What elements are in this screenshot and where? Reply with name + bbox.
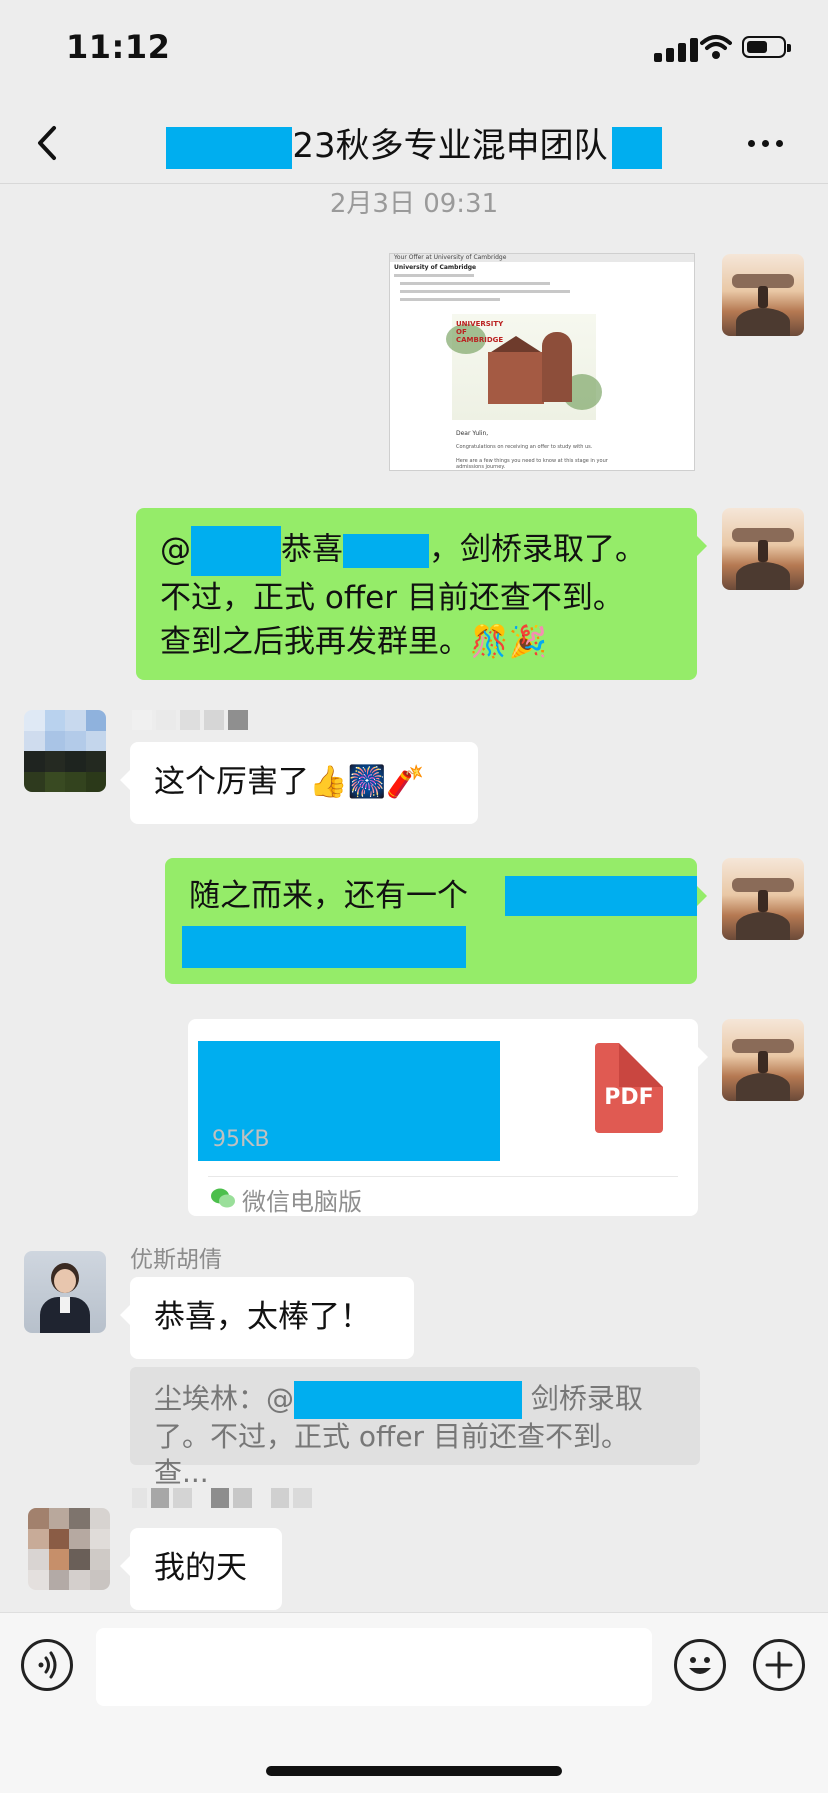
plus-icon — [765, 1651, 793, 1679]
pdf-label: PDF — [604, 1085, 654, 1110]
message-bubble[interactable]: 这个厉害了👍🎆🧨 — [120, 742, 478, 824]
email-line — [400, 290, 570, 293]
emoji: 🎊🎉 — [470, 624, 548, 660]
email-line — [400, 282, 550, 285]
contact-avatar[interactable] — [28, 1508, 110, 1590]
email-body-1: Congratulations on receiving an offer to… — [456, 444, 593, 450]
mention-symbol: @ — [160, 531, 191, 568]
voice-input-button[interactable] — [21, 1639, 73, 1691]
message-text: 恭喜，太棒了！ — [154, 1299, 371, 1335]
redaction — [182, 926, 466, 968]
pdf-icon: PDF — [595, 1043, 663, 1133]
status-time: 11:12 — [66, 28, 171, 66]
message-text: 恭喜 — [281, 531, 343, 568]
battery-icon — [742, 36, 791, 58]
wifi-icon — [700, 35, 732, 59]
message-text: 随之而来，还有一个 — [189, 878, 468, 914]
redaction — [191, 526, 281, 576]
home-indicator — [266, 1766, 562, 1776]
redaction — [343, 534, 429, 568]
redaction — [294, 1381, 523, 1419]
more-options-button[interactable] — [748, 128, 798, 158]
chat-title-text: 23秋多专业混申团队 — [292, 126, 608, 166]
email-subject: Your Offer at University of Cambridge — [394, 254, 507, 261]
message-text: 查到之后我再发群里。 — [160, 624, 470, 660]
quoted-message[interactable]: 尘埃林：@ 剑桥录取 了。不过，正式 offer 目前还查不到。查... — [130, 1367, 700, 1489]
quote-line: 尘埃林：@ 剑桥录取 — [154, 1381, 676, 1419]
quote-text: 剑桥录取 — [522, 1382, 643, 1415]
redaction — [166, 126, 293, 169]
voice-icon — [38, 1651, 57, 1679]
message-line: @ 恭喜 ，剑桥录取了。 — [160, 526, 673, 576]
email-sender: University of Cambridge — [394, 264, 477, 271]
sender-name-blurred — [132, 710, 250, 730]
more-functions-button[interactable] — [753, 1639, 805, 1691]
self-avatar[interactable] — [722, 254, 804, 336]
email-line — [394, 274, 474, 277]
message-line: 不过，正式 offer 目前还查不到。 — [160, 580, 624, 616]
self-avatar[interactable] — [722, 1019, 804, 1101]
smiley-icon — [689, 1657, 711, 1674]
email-body-2: Here are a few things you need to know a… — [456, 458, 608, 470]
cellular-signal-icon — [654, 36, 704, 62]
file-message[interactable]: 95KB PDF 微信电脑版 — [188, 1019, 708, 1216]
contact-avatar[interactable] — [24, 710, 106, 792]
emoji-button[interactable] — [674, 1639, 726, 1691]
file-divider — [208, 1176, 678, 1177]
contact-avatar[interactable] — [24, 1251, 106, 1333]
file-source: 微信电脑版 — [242, 1188, 362, 1216]
emoji: 👍🎆🧨 — [309, 764, 425, 800]
email-line — [400, 298, 500, 301]
message-text: 这个厉害了 — [154, 764, 309, 800]
quote-text: 尘埃林：@ — [154, 1382, 295, 1415]
message-bubble[interactable]: @ 恭喜 ，剑桥录取了。 不过，正式 offer 目前还查不到。 查到之后我再发群里… — [136, 508, 707, 680]
message-text: ，剑桥录取了。 — [429, 531, 646, 568]
email-greeting: Dear Yulin, — [456, 430, 489, 437]
chat-title: 23秋多专业混申团队 — [0, 118, 828, 169]
sender-name: 优斯胡倩 — [130, 1247, 222, 1273]
self-avatar[interactable] — [722, 858, 804, 940]
chat-timestamp: 2月3日 09:31 — [329, 189, 499, 219]
quote-line: 了。不过，正式 offer 目前还查不到。查... — [154, 1420, 629, 1489]
file-size: 95KB — [212, 1127, 270, 1152]
message-line: 查到之后我再发群里。🎊🎉 — [160, 620, 673, 664]
cambridge-logo: UNIVERSITY OF CAMBRIDGE — [456, 320, 504, 344]
self-avatar[interactable] — [722, 508, 804, 590]
message-input[interactable] — [96, 1628, 652, 1706]
redaction — [611, 126, 662, 169]
image-message[interactable]: Your Offer at University of Cambridge Un… — [389, 253, 695, 471]
wechat-icon — [211, 1188, 235, 1208]
message-bubble[interactable]: 恭喜，太棒了！ — [120, 1277, 414, 1359]
message-text: 我的天 — [154, 1550, 247, 1586]
sender-name-blurred — [132, 1488, 312, 1508]
redaction — [505, 876, 697, 916]
message-bubble[interactable]: 我的天 — [120, 1528, 282, 1610]
